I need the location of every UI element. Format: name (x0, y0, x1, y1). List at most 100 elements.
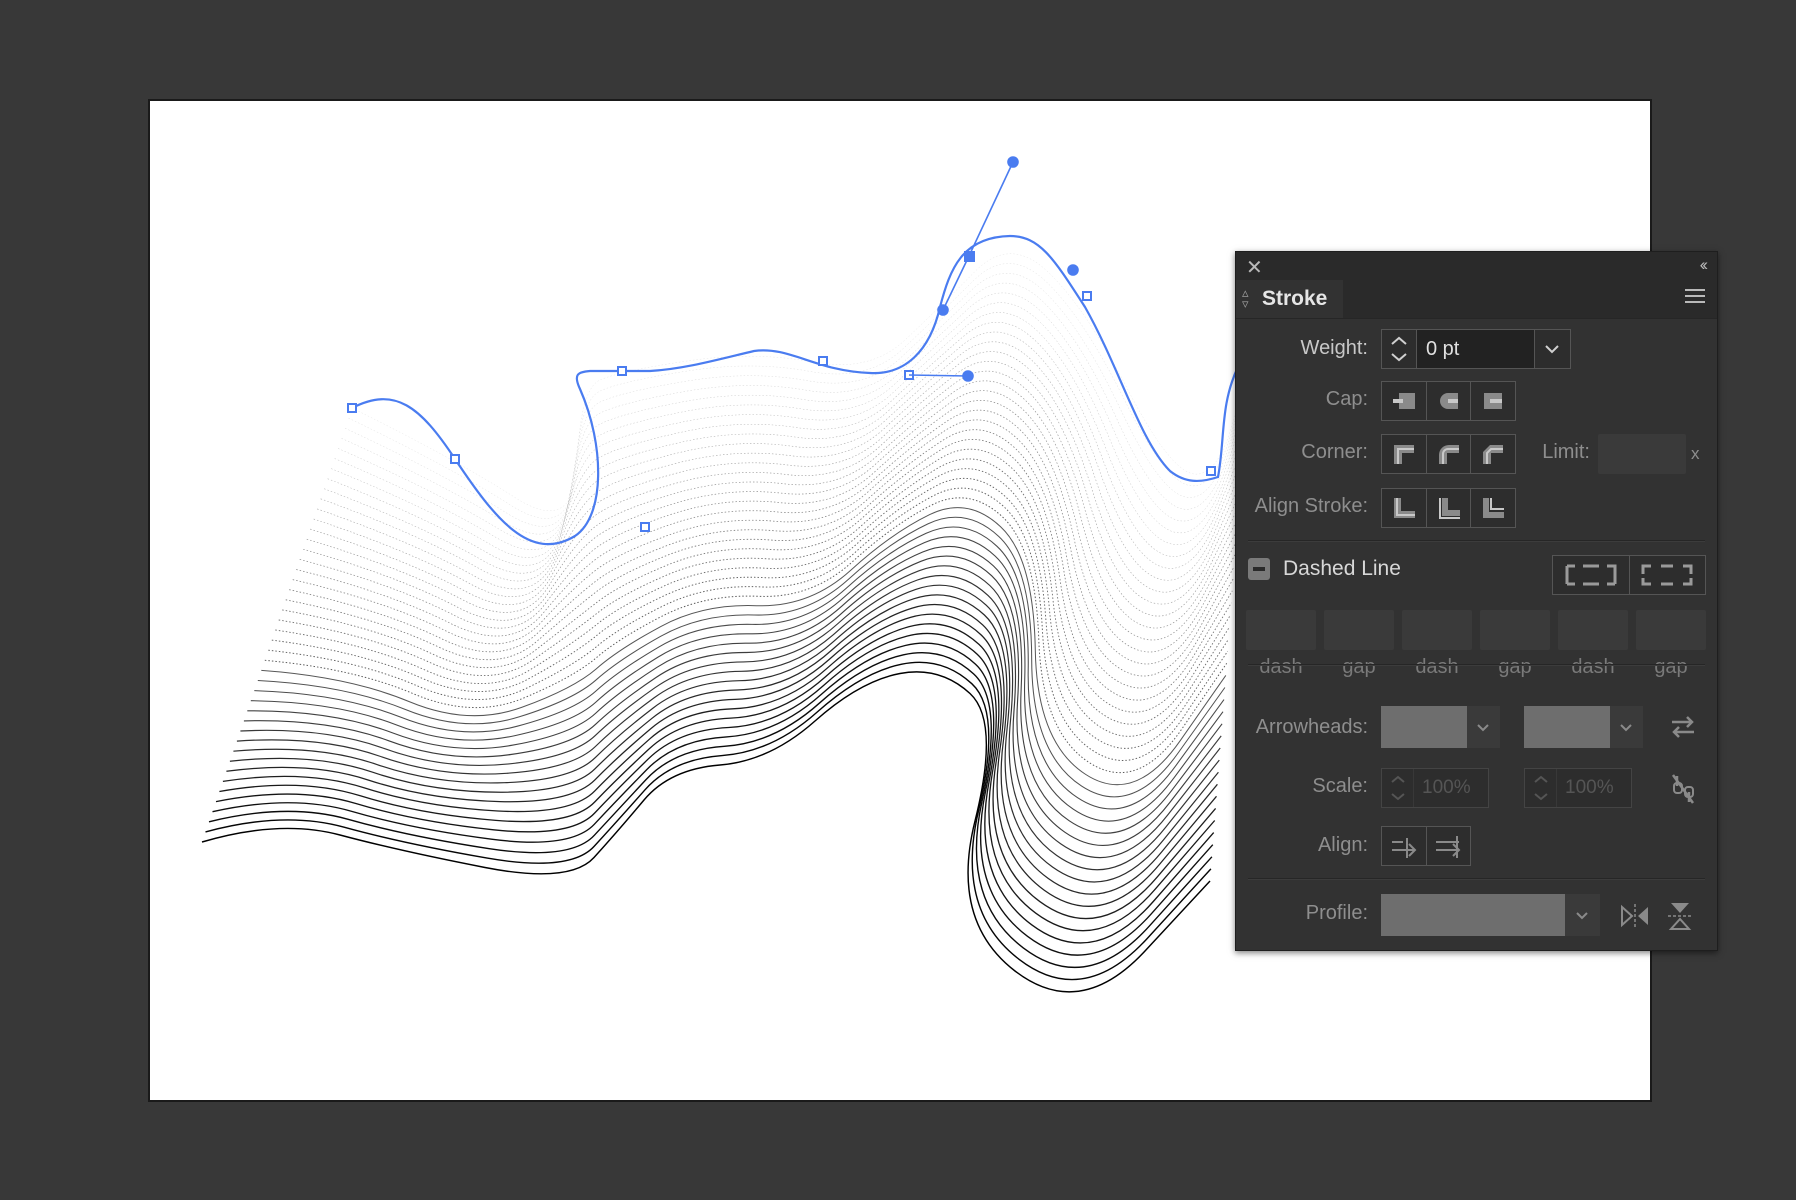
blend-wave-lines (201, 253, 1251, 993)
tab-stroke[interactable]: ▵ ▿ Stroke (1236, 280, 1343, 318)
arrow-place-button[interactable] (1427, 827, 1471, 865)
blend-line (271, 477, 1229, 749)
blend-line (341, 282, 1248, 535)
gap-field[interactable] (1636, 610, 1706, 650)
tab-stroke-label: Stroke (1262, 287, 1328, 310)
blend-line (212, 642, 1214, 956)
divider (1248, 540, 1705, 542)
weight-stepper[interactable] (1382, 330, 1417, 368)
corner-buttons (1381, 434, 1516, 474)
arrow-place-icon (1436, 836, 1461, 858)
dashed-line-checkbox[interactable] (1248, 558, 1270, 580)
blend-line (327, 322, 1244, 566)
anchor-point[interactable] (347, 403, 357, 413)
handle-point[interactable] (937, 304, 949, 316)
panel-menu-icon[interactable] (1685, 289, 1705, 305)
weight-value[interactable]: 0 pt (1426, 338, 1459, 361)
align-inside-button[interactable] (1427, 489, 1472, 527)
gap-label: gap (1342, 656, 1376, 678)
divider (1248, 664, 1705, 666)
anchor-point[interactable] (640, 522, 650, 532)
limit-label: Limit: (1542, 441, 1590, 463)
miter-join-button[interactable] (1382, 435, 1427, 473)
panel-tab-row: ▵ ▿ Stroke (1236, 280, 1717, 319)
limit-field[interactable] (1598, 434, 1686, 474)
selected-path[interactable] (351, 234, 1251, 546)
profile-select[interactable] (1381, 894, 1565, 936)
anchor-point[interactable] (1082, 291, 1092, 301)
link-scale-icon[interactable] (1668, 770, 1698, 808)
anchor-point[interactable] (617, 366, 627, 376)
preserve-dash-icon (1565, 564, 1617, 586)
dash-field[interactable] (1246, 610, 1316, 650)
scale-end-field[interactable]: 100% (1524, 768, 1632, 808)
handle-point[interactable] (962, 370, 974, 382)
anchor-point[interactable] (818, 356, 828, 366)
butt-cap-icon (1392, 393, 1415, 409)
start-arrowhead-select[interactable] (1381, 706, 1467, 748)
blend-line (351, 253, 1251, 511)
dash-field[interactable] (1402, 610, 1472, 650)
align-center-button[interactable] (1382, 489, 1427, 527)
close-icon[interactable]: ✕ (1246, 255, 1263, 280)
flip-across-icon[interactable] (1666, 900, 1694, 932)
align-outside-icon (1483, 498, 1505, 518)
divider (1248, 878, 1705, 880)
blend-line (219, 623, 1216, 932)
dash-field[interactable] (1558, 610, 1628, 650)
align-outside-button[interactable] (1471, 489, 1515, 527)
align-label: Align: (1317, 834, 1368, 856)
chevron-down-icon (1620, 724, 1632, 732)
swap-arrowheads-icon[interactable] (1668, 714, 1698, 740)
blend-line (324, 331, 1243, 574)
align-inside-icon (1438, 498, 1460, 519)
collapse-panel-icon[interactable]: ‹‹ (1700, 255, 1709, 275)
gap-field[interactable] (1324, 610, 1394, 650)
blend-line (254, 526, 1225, 810)
round-cap-button[interactable] (1427, 382, 1472, 420)
chevron-down-icon (1477, 724, 1489, 732)
blend-line (292, 419, 1235, 677)
stepper-icon (1534, 769, 1557, 807)
handle-point[interactable] (1067, 264, 1079, 276)
weight-field[interactable]: 0 pt (1381, 329, 1571, 369)
scale-start-field[interactable]: 100% (1381, 768, 1489, 808)
arrowheads-label: Arrowheads: (1255, 716, 1368, 738)
gap-field[interactable] (1480, 610, 1550, 650)
weight-label: Weight: (1300, 337, 1368, 359)
handle-point[interactable] (1007, 156, 1019, 168)
anchor-points[interactable] (347, 251, 1216, 532)
blend-line (313, 361, 1241, 605)
start-arrowhead-dropdown[interactable] (1467, 706, 1500, 748)
end-arrowhead-select[interactable] (1524, 706, 1610, 748)
limit-unit: x (1691, 444, 1700, 463)
dash-alignment-buttons (1552, 555, 1706, 595)
end-arrowhead-dropdown[interactable] (1610, 706, 1643, 748)
projecting-cap-button[interactable] (1471, 382, 1515, 420)
weight-dropdown[interactable] (1534, 330, 1570, 368)
flip-along-icon[interactable] (1619, 902, 1651, 930)
cap-label: Cap: (1325, 388, 1368, 410)
tab-reorder-icon[interactable]: ▵ ▿ (1242, 286, 1249, 310)
blend-line (348, 263, 1250, 519)
blend-line (296, 409, 1236, 665)
round-join-button[interactable] (1427, 435, 1472, 473)
blend-line (233, 584, 1219, 883)
arrow-align-buttons (1381, 826, 1471, 866)
anchor-point[interactable] (450, 454, 460, 464)
stroke-panel[interactable]: ✕ ‹‹ ▵ ▿ Stroke Weight: 0 pt Cap: Corner… (1235, 251, 1718, 951)
scale-end-value: 100% (1565, 777, 1614, 798)
arrow-extend-button[interactable] (1382, 827, 1427, 865)
dash-label: dash (1571, 656, 1615, 678)
align-dash-corners-button[interactable] (1630, 556, 1706, 594)
direction-handles[interactable] (908, 156, 1079, 382)
anchor-point[interactable] (1206, 466, 1216, 476)
bevel-join-button[interactable] (1471, 435, 1515, 473)
preserve-dash-button[interactable] (1553, 556, 1630, 594)
gap-label: gap (1654, 656, 1688, 678)
blend-line (264, 497, 1228, 774)
butt-cap-button[interactable] (1382, 382, 1427, 420)
panel-titlebar[interactable]: ✕ ‹‹ (1236, 252, 1717, 280)
stepper-icon (1391, 769, 1414, 807)
profile-dropdown[interactable] (1565, 894, 1600, 936)
